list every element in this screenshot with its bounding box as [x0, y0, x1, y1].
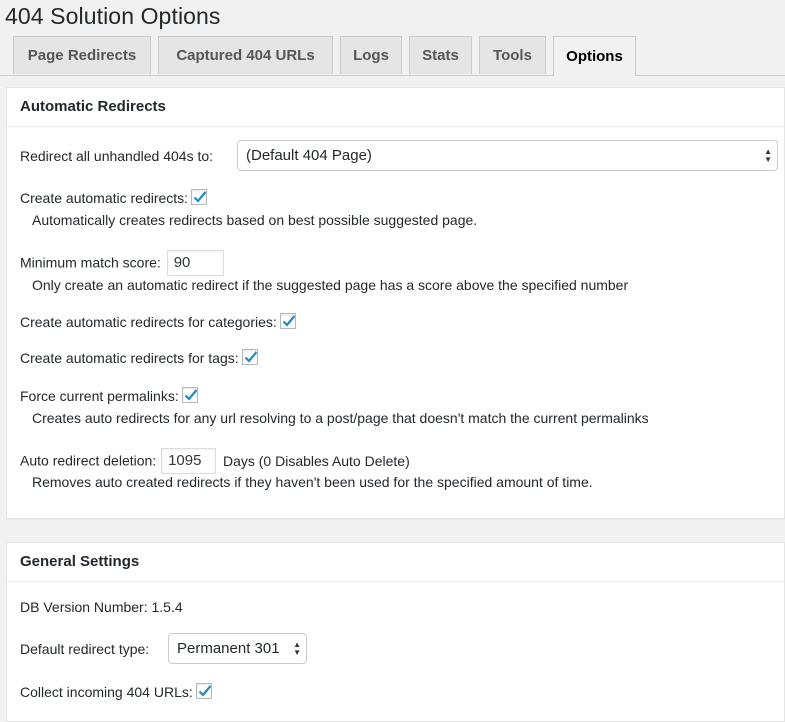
collect-label: Collect incoming 404 URLs:	[20, 684, 193, 700]
deletion-suffix: Days (0 Disables Auto Delete)	[222, 452, 410, 469]
deletion-row: Auto redirect deletion: 1095 Days (0 Dis…	[20, 448, 410, 475]
db-version: DB Version Number: 1.5.4	[20, 599, 183, 615]
force-label: Force current permalinks:	[20, 388, 179, 404]
categories-label: Create automatic redirects for categorie…	[20, 314, 277, 330]
redirect-all-select[interactable]: (Default 404 Page) ▲ ▼	[237, 140, 778, 171]
deletion-days-input[interactable]: 1095	[161, 448, 217, 474]
tab-options[interactable]: Options	[553, 36, 636, 76]
page-title: 404 Solution Options	[5, 3, 221, 29]
checkmark-icon	[184, 389, 198, 401]
min-score-input[interactable]: 90	[166, 250, 224, 276]
checkmark-icon	[193, 191, 207, 203]
general-settings-panel: General Settings DB Version Number: 1.5.…	[6, 542, 785, 722]
tags-row: Create automatic redirects for tags:	[20, 349, 258, 367]
tab-bar: Page Redirects Captured 404 URLs Logs St…	[0, 36, 785, 76]
tab-logs[interactable]: Logs	[340, 36, 402, 74]
force-row: Force current permalinks:	[20, 387, 198, 405]
tags-checkbox[interactable]	[241, 349, 258, 366]
deletion-label: Auto redirect deletion:	[20, 452, 157, 469]
checkmark-icon	[282, 315, 296, 327]
panel-heading-general-settings: General Settings	[7, 543, 784, 582]
deletion-desc: Removes auto created redirects if they h…	[32, 474, 593, 490]
min-score-label: Minimum match score:	[20, 254, 161, 271]
tab-captured-404-urls[interactable]: Captured 404 URLs	[158, 36, 333, 74]
redirect-type-select-value: Permanent 301	[177, 639, 280, 657]
select-arrows-icon: ▲ ▼	[764, 146, 772, 164]
collect-row: Collect incoming 404 URLs:	[20, 683, 212, 701]
tab-tools[interactable]: Tools	[479, 36, 546, 74]
redirect-type-label: Default redirect type:	[20, 641, 150, 657]
create-auto-desc: Automatically creates redirects based on…	[32, 212, 478, 228]
redirect-type-row: Default redirect type: Permanent 301 ▲ ▼	[20, 633, 307, 665]
categories-checkbox[interactable]	[279, 313, 296, 330]
redirect-all-row: Redirect all unhandled 404s to: (Default…	[20, 140, 778, 172]
categories-row: Create automatic redirects for categorie…	[20, 313, 296, 331]
redirect-all-label: Redirect all unhandled 404s to:	[20, 148, 214, 164]
tab-stats[interactable]: Stats	[409, 36, 472, 74]
select-arrows-icon: ▲ ▼	[293, 639, 301, 657]
create-auto-label: Create automatic redirects:	[20, 190, 189, 206]
automatic-redirects-panel: Automatic Redirects Redirect all unhandl…	[6, 87, 785, 519]
min-score-desc: Only create an automatic redirect if the…	[32, 277, 629, 293]
redirect-all-select-value: (Default 404 Page)	[246, 146, 372, 164]
checkmark-icon	[198, 685, 212, 697]
min-score-row: Minimum match score: 90	[20, 250, 224, 277]
force-checkbox[interactable]	[181, 387, 198, 404]
panel-heading-automatic-redirects: Automatic Redirects	[7, 88, 784, 127]
create-auto-checkbox[interactable]	[191, 189, 208, 206]
tags-label: Create automatic redirects for tags:	[20, 350, 239, 366]
redirect-type-select[interactable]: Permanent 301 ▲ ▼	[168, 633, 307, 664]
tab-page-redirects[interactable]: Page Redirects	[13, 36, 151, 74]
collect-checkbox[interactable]	[195, 683, 212, 700]
checkmark-icon	[244, 351, 258, 363]
create-auto-row: Create automatic redirects:	[20, 189, 208, 207]
force-desc: Creates auto redirects for any url resol…	[32, 410, 649, 426]
